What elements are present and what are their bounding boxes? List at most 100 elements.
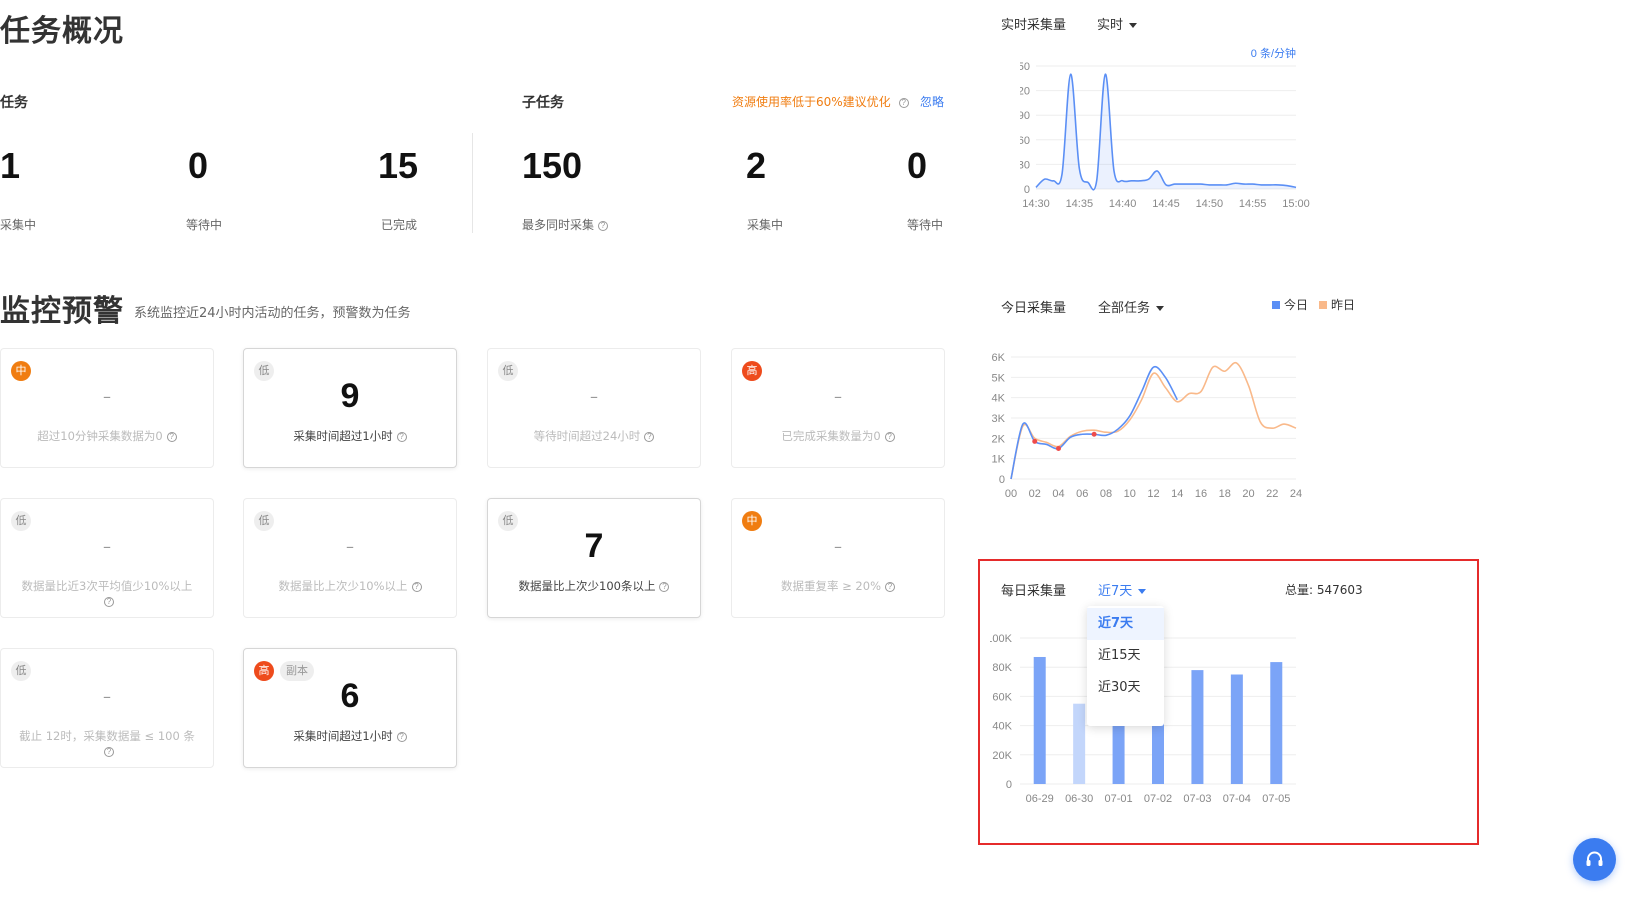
x-tick-label: 04 bbox=[1052, 488, 1064, 500]
x-tick-label: 07-05 bbox=[1262, 793, 1290, 805]
level-badge: 低 bbox=[11, 661, 31, 681]
bar bbox=[1073, 703, 1086, 784]
period-dropdown: 近7天 近15天 近30天 bbox=[1087, 606, 1164, 726]
x-tick-label: 10 bbox=[1124, 488, 1136, 500]
chevron-down-icon bbox=[1156, 306, 1165, 311]
x-tick-label: 00 bbox=[1005, 488, 1017, 500]
x-tick-label: 07-02 bbox=[1144, 793, 1172, 805]
support-button[interactable] bbox=[1573, 838, 1616, 881]
alert-desc: 数据重复率 ≥ 20%? bbox=[746, 579, 930, 594]
today-selector[interactable]: 全部任务 bbox=[1098, 297, 1165, 316]
bar bbox=[1270, 662, 1283, 784]
x-tick-label: 06 bbox=[1076, 488, 1088, 500]
y-tick-label: 60 bbox=[1020, 135, 1030, 147]
alert-desc-text: 采集时间超过1小时 bbox=[293, 729, 393, 743]
subtasks-waiting-label: 等待中 bbox=[907, 218, 944, 232]
legend-today[interactable]: 今日 bbox=[1272, 296, 1308, 313]
level-badge: 中 bbox=[11, 361, 31, 381]
alert-card[interactable]: 低 9 采集时间超过1小时? bbox=[243, 348, 457, 468]
legend-today-label: 今日 bbox=[1284, 298, 1309, 312]
help-icon[interactable]: ? bbox=[104, 746, 114, 757]
alert-point bbox=[1056, 446, 1061, 451]
help-icon[interactable]: ? bbox=[104, 596, 114, 607]
legend-yesterday[interactable]: 昨日 bbox=[1319, 296, 1355, 313]
help-icon[interactable]: ? bbox=[396, 431, 407, 442]
dropdown-item-15d[interactable]: 近15天 bbox=[1087, 640, 1164, 672]
alert-card[interactable]: 中 – 超过10分钟采集数据为0? bbox=[0, 348, 214, 468]
today-title: 今日采集量 bbox=[1001, 301, 1067, 316]
daily-title: 每日采集量 bbox=[1001, 584, 1067, 599]
tasks-done-value: 15 bbox=[378, 145, 419, 186]
level-badge: 低 bbox=[254, 511, 274, 531]
help-icon[interactable]: ? bbox=[898, 97, 909, 108]
daily-chart: 0 20K 40K 60K 80K 100K 06-29 06-30 07-01 07-02 07-… bbox=[990, 633, 1296, 805]
monitor-subtitle: 系统监控近24小时内活动的任务，预警数为任务 bbox=[134, 306, 411, 321]
alert-count: – bbox=[103, 687, 111, 706]
alert-count: – bbox=[834, 387, 842, 406]
alert-card[interactable]: 高 – 已完成采集数量为0? bbox=[731, 348, 945, 468]
alert-desc-text: 数据重复率 ≥ 20% bbox=[780, 579, 881, 593]
ignore-link[interactable]: 忽略 bbox=[920, 93, 944, 110]
alert-count: – bbox=[834, 537, 842, 556]
alert-count: 7 bbox=[584, 527, 604, 565]
subtasks-collecting-value: 2 bbox=[746, 145, 767, 186]
tasks-done-label: 已完成 bbox=[381, 218, 418, 232]
help-icon[interactable]: ? bbox=[644, 431, 655, 442]
y-tick-label: 0 bbox=[999, 474, 1005, 486]
overview-title: 任务概况 bbox=[0, 14, 124, 49]
subtasks-hint: 资源使用率低于60%建议优化? bbox=[732, 93, 909, 110]
subtasks-waiting-value: 0 bbox=[907, 145, 928, 186]
y-tick-label: 4K bbox=[992, 393, 1006, 405]
y-tick-label: 20K bbox=[992, 750, 1012, 762]
alert-desc-text: 数据量比上次少100条以上 bbox=[518, 579, 656, 593]
realtime-chart: 0 条/分钟 0 30 60 90 120 150 14:30 14:35 14:40 14:45 1… bbox=[1020, 46, 1310, 210]
tasks-collecting-value: 1 bbox=[0, 145, 21, 186]
alert-card[interactable]: 低 – 等待时间超过24小时? bbox=[487, 348, 701, 468]
alert-card[interactable]: 低 7 数据量比上次少100条以上? bbox=[487, 498, 701, 618]
help-icon[interactable]: ? bbox=[411, 581, 422, 592]
subtasks-max-value: 150 bbox=[522, 145, 583, 186]
dropdown-item-7d[interactable]: 近7天 bbox=[1087, 608, 1164, 640]
alert-desc: 采集时间超过1小时? bbox=[258, 729, 442, 744]
legend-today-swatch bbox=[1272, 301, 1280, 309]
today-selector-label: 全部任务 bbox=[1098, 301, 1151, 316]
alert-point bbox=[1032, 438, 1038, 444]
y-tick-label: 2K bbox=[992, 433, 1006, 445]
alert-card[interactable]: 高副本 6 采集时间超过1小时? bbox=[243, 648, 457, 768]
x-tick-label: 06-29 bbox=[1026, 793, 1054, 805]
realtime-selector[interactable]: 实时 bbox=[1097, 14, 1138, 33]
x-tick-label: 14:30 bbox=[1022, 198, 1050, 210]
help-icon[interactable]: ? bbox=[396, 731, 407, 742]
alert-count: 6 bbox=[340, 677, 360, 715]
chevron-down-icon bbox=[1138, 589, 1147, 594]
chevron-down-icon bbox=[1129, 23, 1138, 28]
y-tick-label: 3K bbox=[992, 413, 1006, 425]
alert-count: – bbox=[103, 537, 111, 556]
legend-yesterday-swatch bbox=[1319, 301, 1327, 309]
alert-desc: 截止 12时，采集数据量 ≤ 100 条? bbox=[15, 729, 199, 759]
help-icon[interactable]: ? bbox=[884, 431, 895, 442]
x-tick-label: 07-04 bbox=[1223, 793, 1251, 805]
daily-selector[interactable]: 近7天 bbox=[1098, 580, 1147, 599]
x-tick-label: 14:50 bbox=[1196, 198, 1224, 210]
alert-desc: 已完成采集数量为0? bbox=[746, 429, 930, 444]
y-tick-label: 120 bbox=[1020, 86, 1030, 98]
help-icon[interactable]: ? bbox=[166, 431, 177, 442]
help-icon[interactable]: ? bbox=[659, 581, 670, 592]
level-badge: 低 bbox=[11, 511, 31, 531]
x-tick-label: 12 bbox=[1147, 488, 1159, 500]
help-icon[interactable]: ? bbox=[885, 581, 895, 592]
dropdown-item-30d[interactable]: 近30天 bbox=[1087, 672, 1164, 704]
alert-card[interactable]: 中 – 数据重复率 ≥ 20%? bbox=[731, 498, 945, 618]
help-icon[interactable]: ? bbox=[598, 220, 609, 231]
x-tick-label: 14 bbox=[1171, 488, 1183, 500]
today-series-line bbox=[1010, 365, 1178, 480]
alert-card[interactable]: 低 – 截止 12时，采集数据量 ≤ 100 条? bbox=[0, 648, 214, 768]
alert-card[interactable]: 低 – 数据量比近3次平均值少10%以上? bbox=[0, 498, 214, 618]
y-tick-label: 6K bbox=[992, 352, 1006, 364]
alert-card[interactable]: 低 – 数据量比上次少10%以上? bbox=[243, 498, 457, 618]
alert-desc-text: 采集时间超过1小时 bbox=[293, 429, 393, 443]
x-tick-label: 22 bbox=[1266, 488, 1278, 500]
x-tick-label: 06-30 bbox=[1065, 793, 1093, 805]
subtasks-max-label: 最多同时采集? bbox=[522, 216, 609, 233]
